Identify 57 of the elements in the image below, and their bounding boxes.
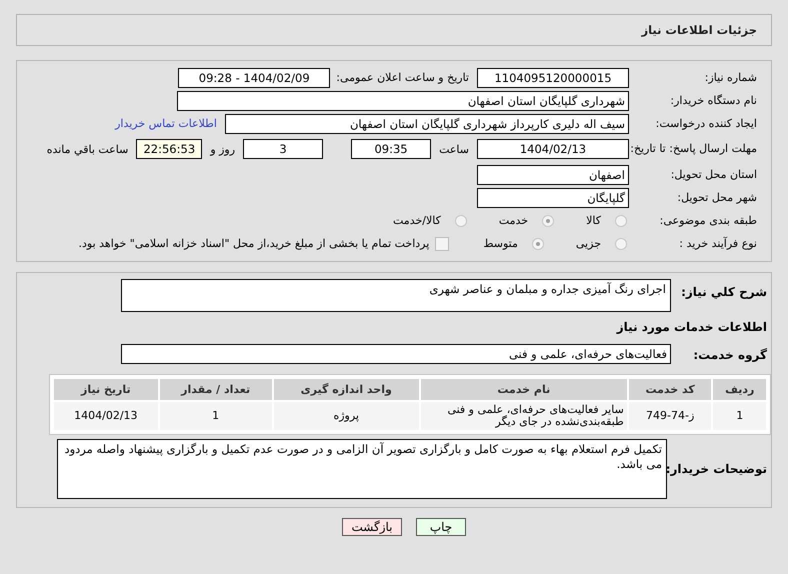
column-header: تعداد / مقدار — [160, 379, 272, 400]
radio-label: متوسط — [483, 237, 518, 250]
radio-label: جزیی — [576, 237, 601, 250]
table-cell: 1 — [713, 402, 766, 430]
table-cell: ز-74-749 — [628, 402, 712, 430]
field-label: مهلت ارسال پاسخ: تا تاریخ: — [629, 142, 758, 156]
back-button[interactable]: بازگشت — [342, 518, 402, 536]
table-cell: سایر فعالیت‌های حرفه‌ای، علمی و فنی طبقه‌بندی‌نشده در جای دیگر — [420, 402, 627, 430]
field-label: توضیحات خریدار: — [667, 462, 768, 476]
days-field[interactable]: 3 — [243, 139, 324, 159]
creator-field[interactable]: سیف اله دلیری کارپرداز شهرداری گلپایگان استان اصفهان — [225, 114, 629, 134]
radio-label: کالا — [586, 214, 601, 227]
radio-button[interactable] — [542, 214, 554, 226]
checkbox-label: پرداخت تمام یا بخشی از مبلغ خرید،از محل "اسناد خزانه اسلامی" خواهد بود. — [78, 237, 430, 250]
radio-button[interactable] — [454, 214, 467, 226]
section-heading: اطلاعات خدمات مورد نیاز — [615, 319, 768, 336]
field-label: نوع فرآیند خرید : — [678, 236, 758, 250]
checkbox[interactable] — [435, 236, 450, 250]
deadline-date-field[interactable]: 1404/02/13 — [477, 139, 629, 159]
field-label: ایجاد کننده درخواست: — [654, 116, 758, 130]
field-label: گروه خدمت: — [692, 348, 768, 362]
radio-button[interactable] — [615, 238, 627, 250]
days-label: روز و — [210, 142, 236, 156]
field-label: شرح كلي نياز: — [680, 285, 768, 299]
time-label: ساعت — [439, 142, 469, 156]
buyer-contact-link[interactable]: اطلاعات تماس خریدار — [115, 117, 217, 130]
radio-label: خدمت — [498, 214, 528, 227]
province-field[interactable]: اصفهان — [477, 164, 629, 184]
deadline-time-field[interactable]: 09:35 — [351, 139, 432, 159]
buyer-name-field[interactable]: شهرداری گلپایگان استان اصفهان — [177, 90, 629, 110]
print-button[interactable]: چاپ — [416, 518, 466, 536]
summary-text-area[interactable]: اجرای رنگ آمیزی جداره و مبلمان و عناصر شهری — [121, 279, 671, 312]
table-cell: پروژه — [274, 402, 419, 430]
field-label: طبقه بندی موضوعی: — [658, 214, 758, 228]
radio-label: کالا/خدمت — [393, 214, 441, 227]
column-header: نام خدمت — [420, 379, 627, 400]
city-field[interactable]: گلپایگان — [477, 188, 629, 208]
service-group-field[interactable]: فعالیت‌های حرفه‌ای، علمی و فنی — [121, 344, 671, 364]
table-cell: 1 — [160, 402, 272, 430]
remaining-label: ساعت باقي مانده — [46, 142, 128, 156]
need-number-field[interactable]: 1104095120000015 — [477, 68, 629, 88]
field-label: شماره نیاز: — [704, 70, 758, 84]
buyer-notes-text-area[interactable]: تکمیل فرم استعلام بهاء به صورت کامل و بارگزاری تصویر آن الزامی و در صورت عدم تکمیل و بارگزاری پیشنهاد واصله مردود می باشد. — [57, 439, 667, 500]
radio-button[interactable] — [532, 238, 544, 250]
remaining-time-field[interactable]: 22:56:53 — [136, 139, 202, 159]
column-header: تاریخ نیاز — [54, 379, 158, 400]
table-cell: 1404/02/13 — [54, 402, 158, 430]
radio-button[interactable] — [615, 214, 627, 226]
page-title: جزئیات اطلاعات نیاز — [641, 23, 757, 37]
announce-date-field[interactable]: 1404/02/09 - 09:28 — [178, 68, 330, 88]
field-label: تاریخ و ساعت اعلان عمومی: — [336, 71, 469, 84]
column-header: واحد اندازه گیری — [274, 379, 419, 400]
field-label: استان محل تحویل: — [670, 168, 758, 182]
field-label: شهر محل تحویل: — [676, 190, 758, 204]
field-label: نام دستگاه خریدار: — [669, 94, 758, 108]
column-header: ردیف — [713, 379, 766, 400]
column-header: کد خدمت — [628, 379, 712, 400]
